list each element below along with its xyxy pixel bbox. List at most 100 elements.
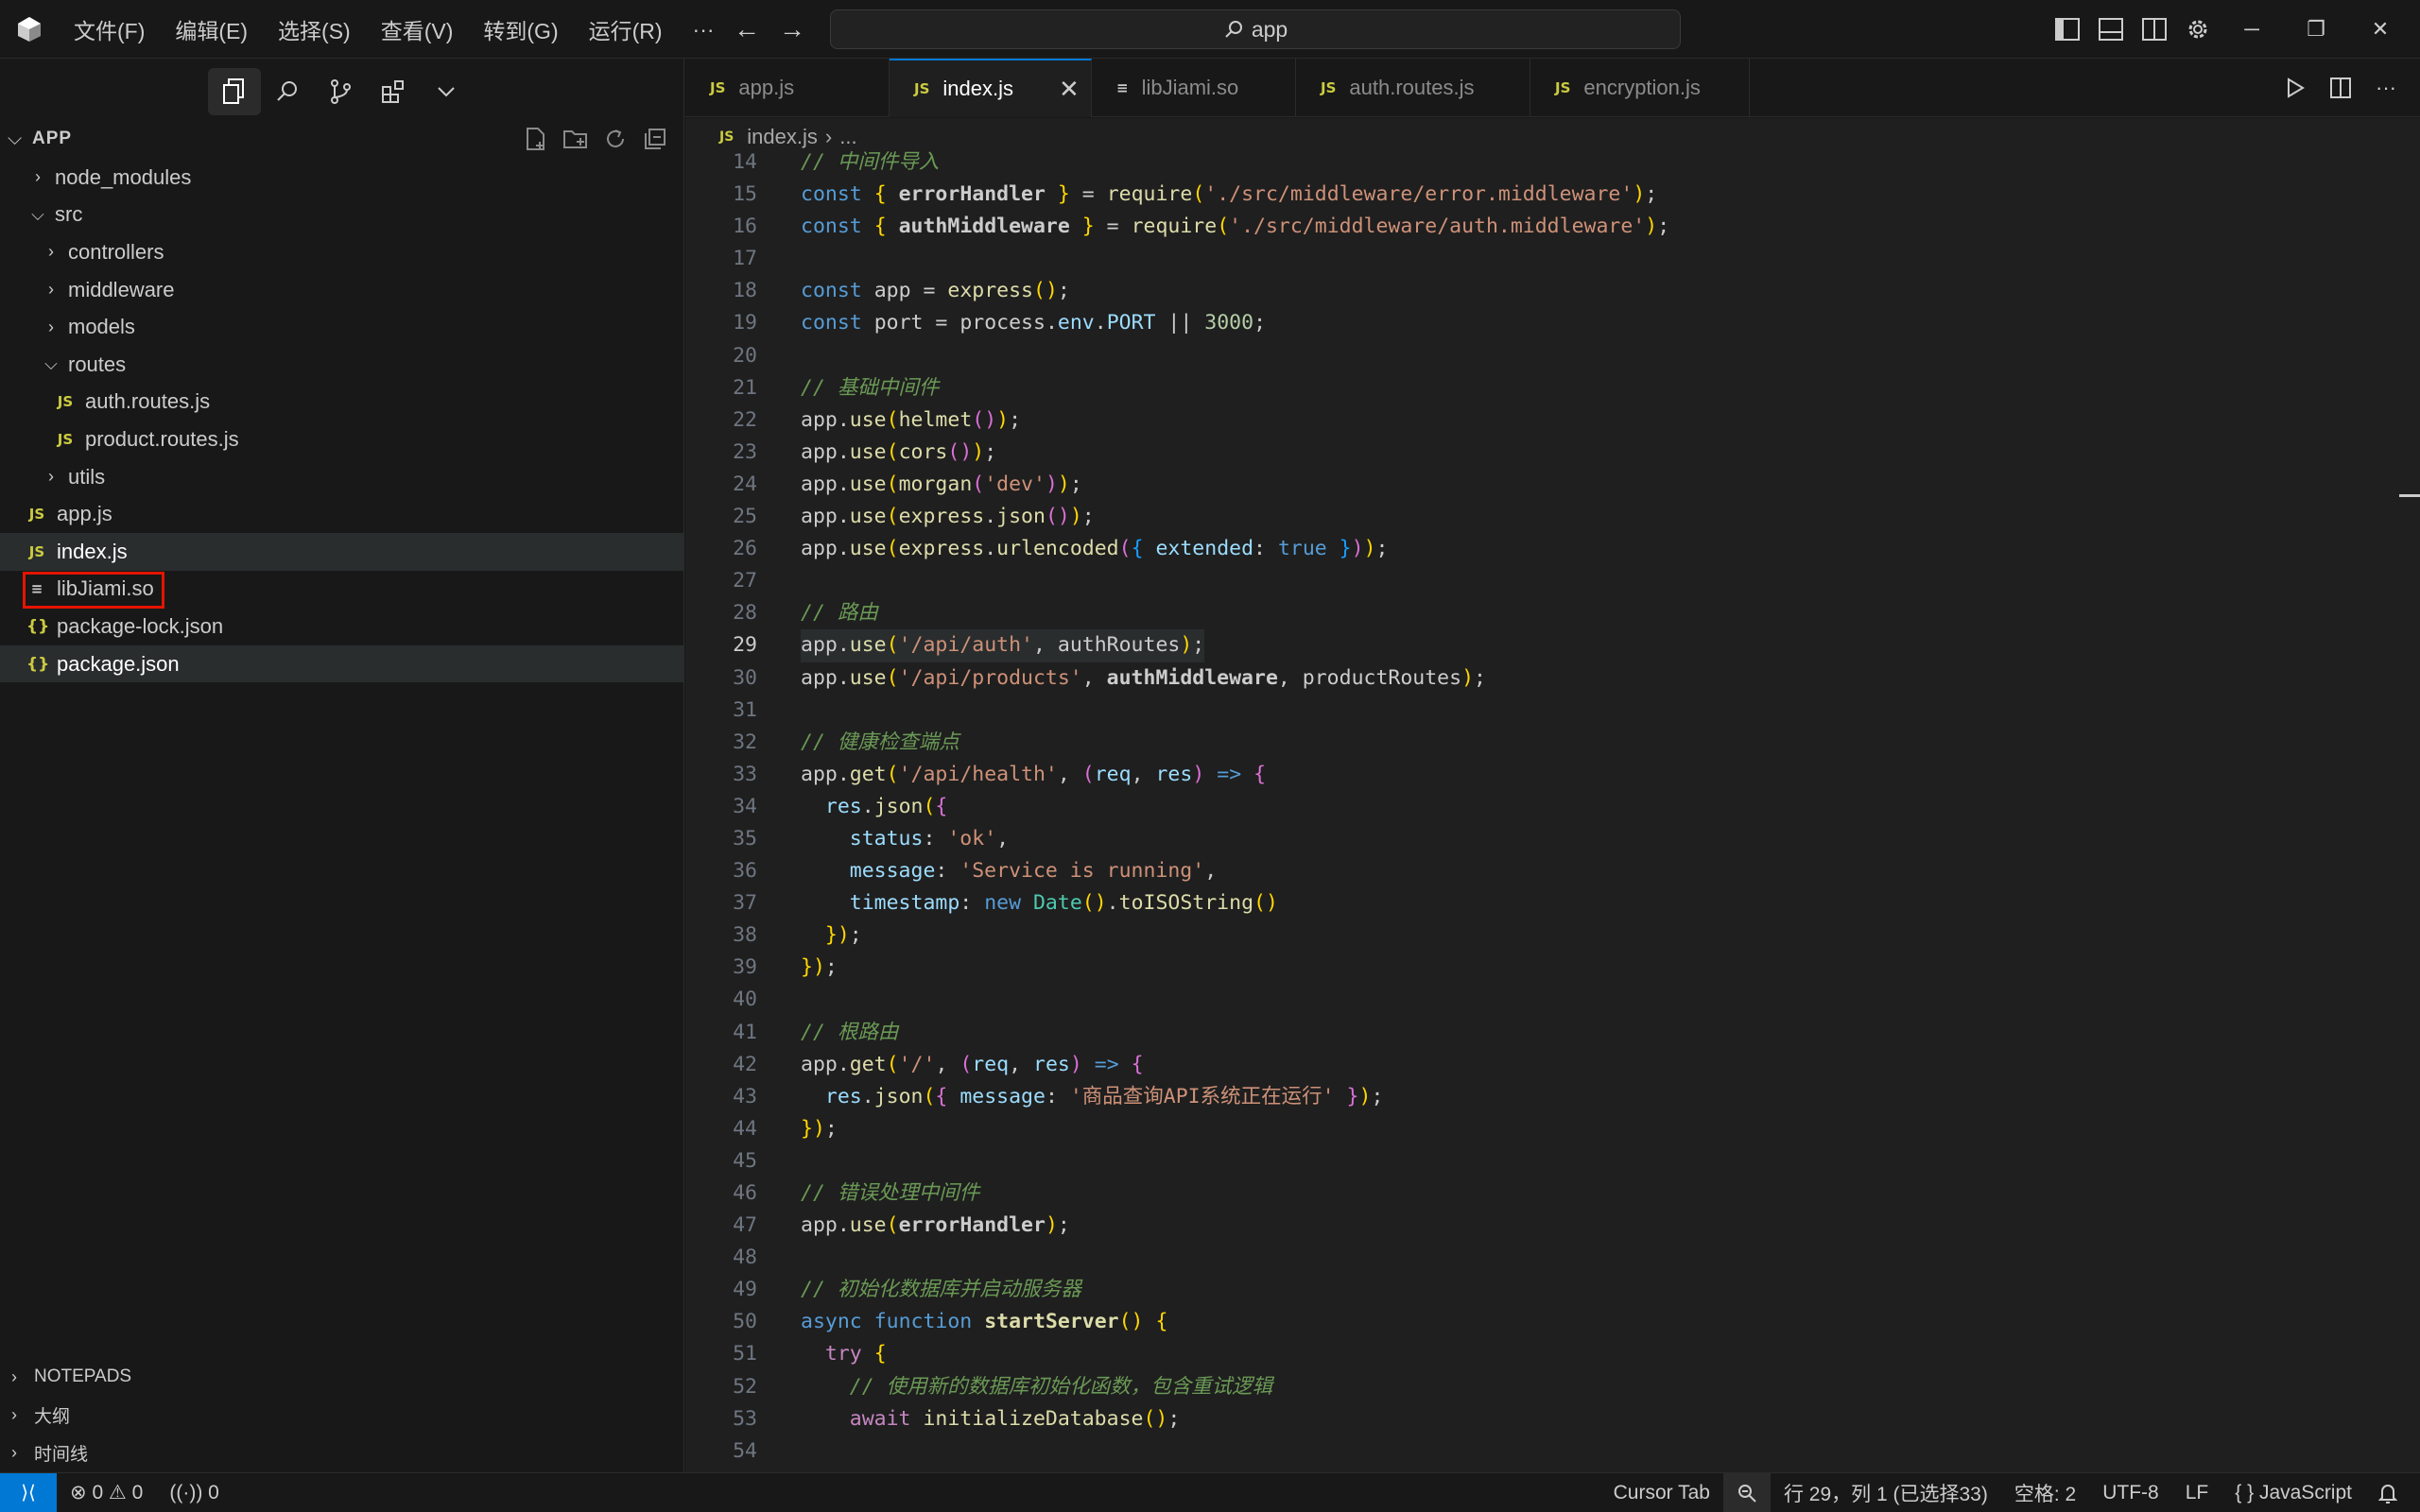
command-center-search[interactable]: app	[830, 9, 1681, 49]
code-line[interactable]: 54	[685, 1435, 2420, 1468]
code-line[interactable]: 42 app.get('/', (req, res) => {	[685, 1049, 2420, 1081]
close-window-icon[interactable]: ✕	[2348, 0, 2412, 59]
line-number[interactable]: 14	[685, 146, 757, 179]
run-icon[interactable]	[2273, 65, 2318, 111]
line-number[interactable]: 54	[685, 1435, 757, 1468]
code-line[interactable]: 27	[685, 565, 2420, 597]
line-number[interactable]: 31	[685, 695, 757, 727]
line-number[interactable]: 25	[685, 501, 757, 533]
line-number[interactable]: 17	[685, 243, 757, 275]
line-number[interactable]: 47	[685, 1210, 757, 1242]
line-number[interactable]: 41	[685, 1017, 757, 1049]
tree-file-package-json[interactable]: {} package.json	[0, 644, 684, 683]
tab-encryption-js[interactable]: JS encryption.js	[1530, 59, 1750, 117]
problems-indicator[interactable]: ⊗ 0 ⚠ 0	[57, 1473, 156, 1512]
code-line[interactable]: 43 res.json({ message: '商品查询API系统正在运行' }…	[685, 1081, 2420, 1113]
new-folder-icon[interactable]	[556, 120, 596, 158]
code-line[interactable]: 52 // 使用新的数据库初始化函数，包含重试逻辑	[685, 1371, 2420, 1403]
tree-folder-src[interactable]: ⌵ src	[0, 197, 684, 234]
line-number[interactable]: 18	[685, 275, 757, 307]
language-mode[interactable]: { } JavaScript	[2221, 1473, 2365, 1512]
code-line[interactable]: 51 try {	[685, 1338, 2420, 1370]
collapse-all-icon[interactable]	[635, 120, 675, 158]
tab-libjiami-so[interactable]: ≡ libJiami.so	[1092, 59, 1296, 117]
line-number[interactable]: 43	[685, 1081, 757, 1113]
tree-file-libjiami-so[interactable]: ≡ libJiami.so	[0, 571, 684, 609]
code-line[interactable]: 23 app.use(cors());	[685, 437, 2420, 469]
line-number[interactable]: 44	[685, 1113, 757, 1145]
menu-view[interactable]: 查看(V)	[366, 13, 469, 45]
ports-indicator[interactable]: ((·)) 0	[156, 1473, 233, 1512]
end-of-line[interactable]: LF	[2172, 1473, 2222, 1512]
line-number[interactable]: 42	[685, 1049, 757, 1081]
cursor-tab-status[interactable]: Cursor Tab	[1600, 1473, 1723, 1512]
code-line[interactable]: 17	[685, 243, 2420, 275]
code-line[interactable]: 38 });	[685, 919, 2420, 952]
close-icon[interactable]: ✕	[1059, 75, 1080, 104]
code-line[interactable]: 31	[685, 695, 2420, 727]
line-number[interactable]: 33	[685, 759, 757, 791]
line-number[interactable]: 27	[685, 565, 757, 597]
line-number[interactable]: 52	[685, 1371, 757, 1403]
more-actions-icon[interactable]: ···	[2363, 65, 2409, 111]
line-number[interactable]: 51	[685, 1338, 757, 1370]
line-number[interactable]: 32	[685, 727, 757, 759]
line-number[interactable]: 40	[685, 984, 757, 1016]
code-line[interactable]: 36 message: 'Service is running',	[685, 855, 2420, 887]
toggle-panel-icon[interactable]	[2089, 8, 2133, 51]
extensions-icon[interactable]	[367, 68, 420, 115]
forward-arrow-icon[interactable]: →	[777, 14, 807, 44]
line-number[interactable]: 22	[685, 404, 757, 437]
code-line[interactable]: 25 app.use(express.json());	[685, 501, 2420, 533]
code-line[interactable]: 37 timestamp: new Date().toISOString()	[685, 887, 2420, 919]
explorer-icon[interactable]	[208, 68, 261, 115]
code-line[interactable]: 33 app.get('/api/health', (req, res) => {	[685, 759, 2420, 791]
code-line[interactable]: 34 res.json({	[685, 791, 2420, 823]
line-number[interactable]: 50	[685, 1306, 757, 1338]
code-line[interactable]: 45	[685, 1145, 2420, 1177]
line-number[interactable]: 16	[685, 211, 757, 243]
tree-file-package-lock-json[interactable]: {} package-lock.json	[0, 608, 684, 645]
line-number[interactable]: 45	[685, 1145, 757, 1177]
code-line[interactable]: 44});	[685, 1113, 2420, 1145]
code-editor[interactable]: JS index.js › ... 14// 中间件导入 15 const { er…	[685, 118, 2420, 1472]
tree-folder-node-modules[interactable]: › node_modules	[0, 159, 684, 197]
code-line[interactable]: 40	[685, 984, 2420, 1016]
tree-folder-models[interactable]: › models	[0, 308, 684, 346]
code-line[interactable]: 16 const { authMiddleware } = require('./…	[685, 211, 2420, 243]
remote-indicator-icon[interactable]: ⟩⟨	[0, 1472, 57, 1512]
line-number[interactable]: 46	[685, 1177, 757, 1210]
code-line[interactable]: 20	[685, 340, 2420, 372]
line-number[interactable]: 19	[685, 307, 757, 339]
line-number[interactable]: 38	[685, 919, 757, 952]
line-number[interactable]: 23	[685, 437, 757, 469]
line-number[interactable]: 26	[685, 533, 757, 565]
code-line[interactable]: 53 await initializeDatabase();	[685, 1403, 2420, 1435]
zoom-icon[interactable]	[1722, 1473, 1771, 1512]
line-number[interactable]: 35	[685, 823, 757, 855]
line-number[interactable]: 29	[685, 629, 757, 662]
line-number[interactable]: 28	[685, 597, 757, 629]
toggle-secondary-sidebar-icon[interactable]	[2133, 8, 2176, 51]
line-number[interactable]: 37	[685, 887, 757, 919]
line-number[interactable]: 30	[685, 662, 757, 695]
tree-file-app-js[interactable]: JS app.js	[0, 495, 684, 533]
line-number[interactable]: 48	[685, 1242, 757, 1274]
code-line[interactable]: 47 app.use(errorHandler);	[685, 1210, 2420, 1242]
line-number[interactable]: 39	[685, 952, 757, 984]
menu-edit[interactable]: 编辑(E)	[160, 13, 263, 45]
new-file-icon[interactable]	[516, 120, 556, 158]
line-number[interactable]: 15	[685, 179, 757, 211]
minimize-icon[interactable]: ─	[2220, 0, 2284, 59]
section-outline[interactable]: › 大纲	[0, 1396, 684, 1434]
chevron-down-icon[interactable]	[420, 68, 473, 115]
explorer-header[interactable]: ⌵ APP	[0, 120, 684, 158]
line-number[interactable]: 53	[685, 1403, 757, 1435]
tab-index-js[interactable]: JS index.js ✕	[890, 59, 1092, 117]
code-line[interactable]: 24 app.use(morgan('dev'));	[685, 469, 2420, 501]
code-line[interactable]: 29 app.use('/api/auth', authRoutes);	[685, 629, 2420, 662]
menu-more[interactable]: ···	[678, 17, 730, 43]
menu-go[interactable]: 转到(G)	[468, 13, 573, 45]
code-line[interactable]: 48	[685, 1242, 2420, 1274]
menu-run[interactable]: 运行(R)	[574, 13, 678, 45]
